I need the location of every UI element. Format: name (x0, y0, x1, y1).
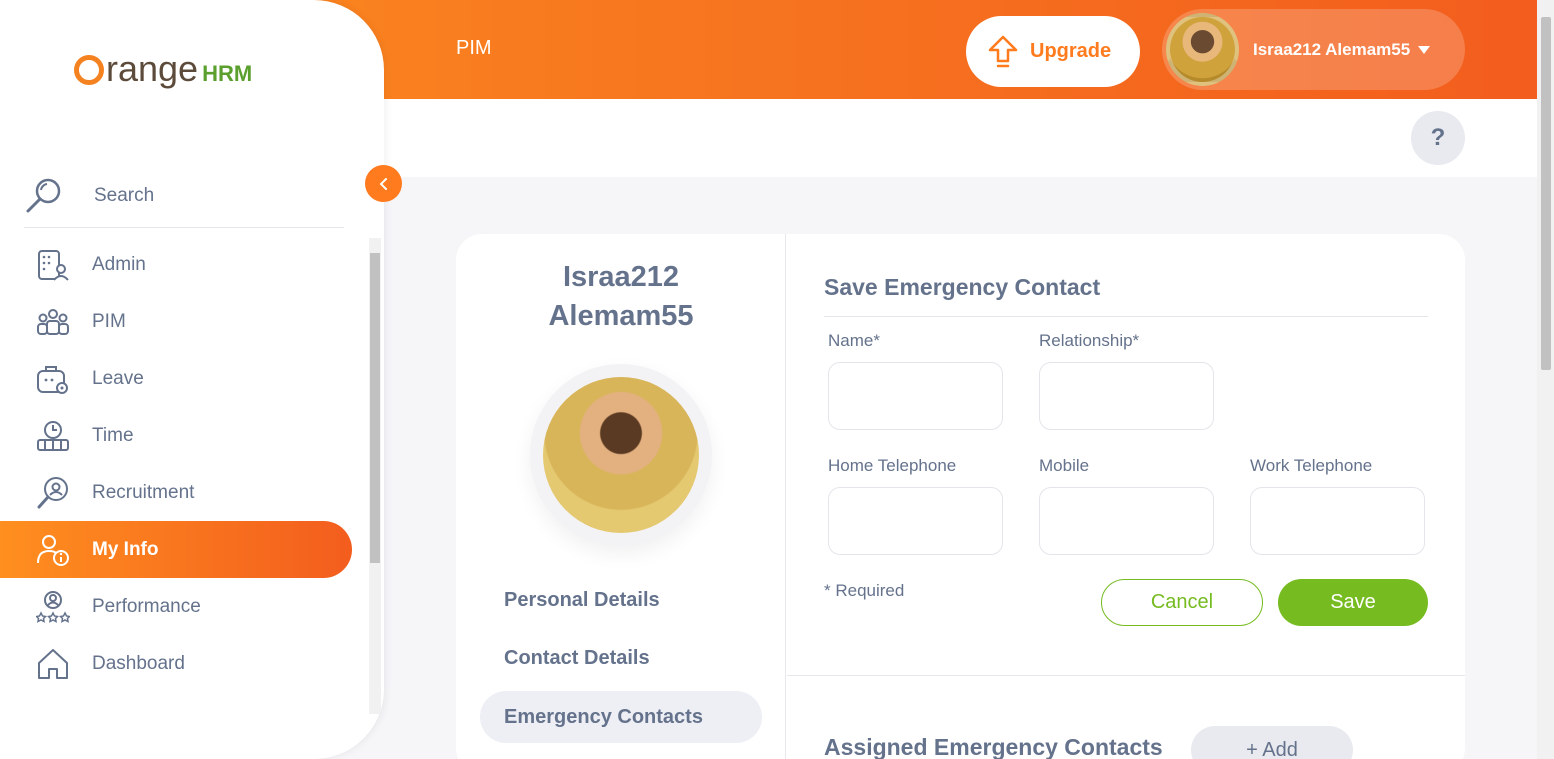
mobile-input[interactable] (1039, 487, 1214, 555)
employee-name-line2: Alemam55 (548, 300, 694, 332)
collapse-sidebar-button[interactable] (365, 165, 402, 202)
save-button[interactable]: Save (1278, 579, 1428, 626)
sidebar-item-label: Dashboard (92, 652, 185, 674)
home-telephone-input[interactable] (828, 487, 1003, 555)
employee-sidebar: Israa212 Alemam55 Personal Details Conta… (456, 234, 786, 759)
relationship-input[interactable] (1039, 362, 1214, 430)
page-scrollbar-thumb[interactable] (1541, 17, 1551, 370)
search-label: Search (94, 184, 155, 206)
sidebar-item-admin[interactable]: Admin (0, 236, 368, 293)
upgrade-label: Upgrade (1030, 40, 1112, 62)
my-info-icon (36, 533, 70, 567)
sidebar-item-performance[interactable]: Performance (0, 578, 368, 635)
divider (824, 316, 1428, 317)
admin-icon (36, 248, 70, 282)
sidebar-item-dashboard[interactable]: Dashboard (0, 635, 368, 692)
sidebar-item-leave[interactable]: Leave (0, 350, 368, 407)
tab-emergency-contacts[interactable]: Emergency Contacts (480, 691, 762, 743)
section-divider (787, 675, 1465, 676)
sidebar-search[interactable]: Search (24, 164, 344, 228)
assigned-contacts-title: Assigned Emergency Contacts (824, 734, 1163, 759)
user-avatar (1166, 13, 1239, 86)
sidebar-item-time[interactable]: Time (0, 407, 368, 464)
form-title: Save Emergency Contact (824, 274, 1101, 300)
performance-icon (36, 590, 70, 624)
pim-icon (36, 305, 70, 339)
sidebar-item-label: Time (92, 424, 134, 446)
sub-header (384, 99, 1537, 177)
leave-icon (36, 362, 70, 396)
required-note: * Required (824, 581, 905, 600)
employee-name: Israa212 Alemam55 (456, 258, 786, 336)
dashboard-icon (36, 647, 70, 681)
sidebar-item-pim[interactable]: PIM (0, 293, 368, 350)
sidebar: range HRM Search Admin PIM Leave Time Re… (0, 0, 384, 759)
add-contact-button[interactable]: + Add (1191, 726, 1353, 759)
user-name: Israa212 Alemam55 (1253, 39, 1411, 59)
mobile-label: Mobile (1039, 456, 1090, 475)
sidebar-item-label: Leave (92, 367, 144, 389)
work-telephone-label: Work Telephone (1250, 456, 1373, 475)
sidebar-item-label: Admin (92, 253, 146, 275)
employee-photo[interactable] (543, 377, 699, 533)
search-icon (26, 178, 61, 212)
tab-contact-details[interactable]: Contact Details (480, 632, 762, 684)
sidebar-item-label: My Info (92, 538, 159, 560)
name-label: Name* (828, 331, 880, 350)
employee-name-line1: Israa212 (562, 261, 680, 293)
home-telephone-label: Home Telephone (828, 456, 957, 475)
time-icon (36, 419, 70, 453)
chevron-left-icon (379, 177, 387, 190)
sidebar-menu: Admin PIM Leave Time Recruitment My Info… (0, 236, 368, 692)
user-dropdown[interactable]: Israa212 Alemam55 (1162, 9, 1465, 90)
upgrade-button[interactable]: Upgrade (966, 16, 1140, 87)
name-input[interactable] (828, 362, 1003, 430)
employee-card: Israa212 Alemam55 Personal Details Conta… (456, 234, 1465, 759)
sidebar-item-recruitment[interactable]: Recruitment (0, 464, 368, 521)
upgrade-arrow-icon (988, 35, 1018, 67)
help-button[interactable]: ? (1411, 111, 1465, 165)
sidebar-item-label: Recruitment (92, 481, 195, 503)
orangehrm-logo: range HRM (74, 48, 252, 90)
sidebar-item-my-info[interactable]: My Info (0, 521, 352, 578)
work-telephone-input[interactable] (1250, 487, 1425, 555)
caret-down-icon (1418, 45, 1431, 54)
sidebar-item-label: Performance (92, 595, 201, 617)
module-title: PIM (456, 37, 492, 59)
cancel-button[interactable]: Cancel (1101, 579, 1263, 626)
sidebar-item-label: PIM (92, 310, 126, 332)
relationship-label: Relationship* (1039, 331, 1140, 350)
recruitment-icon (36, 476, 70, 510)
sidebar-scrollbar-thumb[interactable] (370, 253, 380, 563)
tab-personal-details[interactable]: Personal Details (480, 574, 762, 626)
